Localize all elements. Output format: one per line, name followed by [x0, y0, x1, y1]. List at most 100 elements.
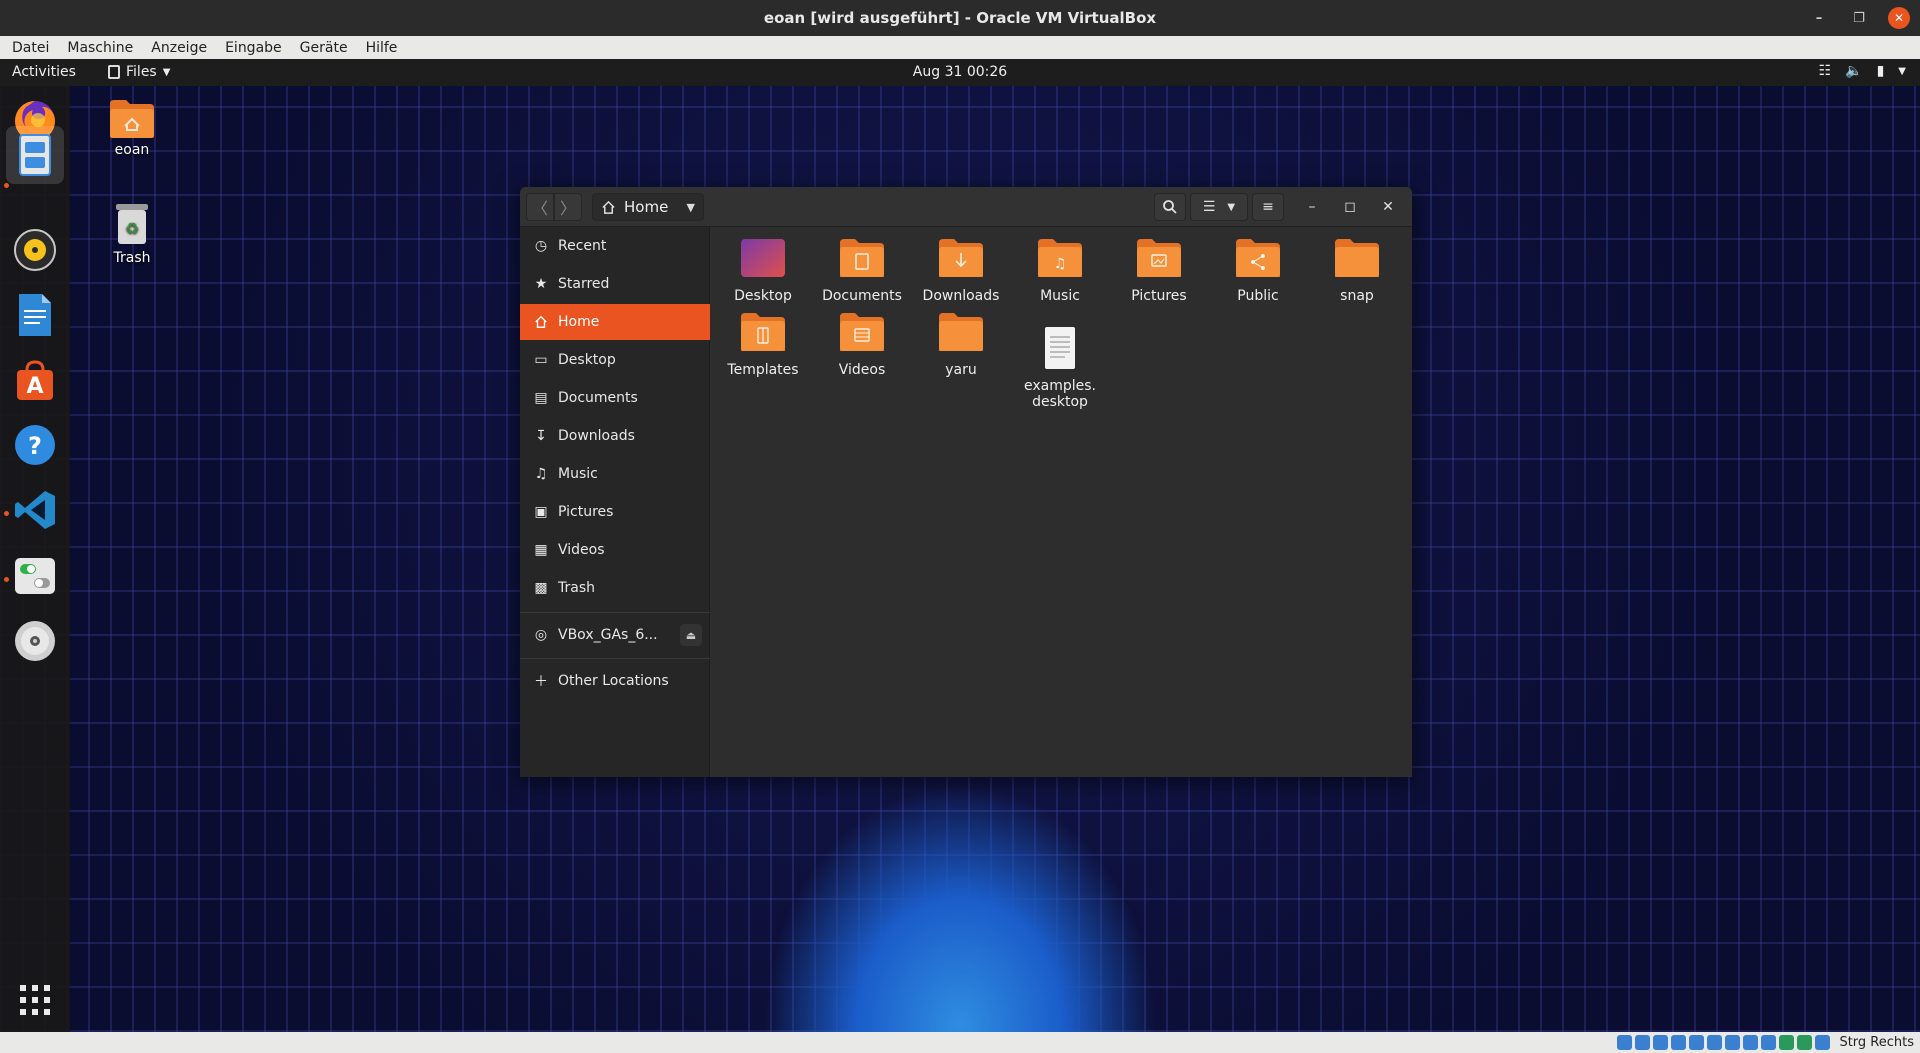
- gnome-top-bar: Activities Files ▼ Aug 31 00:26 ☷ 🔈 ▮ ▼: [0, 59, 1920, 86]
- dock-item-writer[interactable]: [11, 291, 59, 339]
- window-maximize-button[interactable]: ◻: [1338, 195, 1362, 219]
- clock[interactable]: Aug 31 00:26: [913, 64, 1007, 80]
- battery-icon: ▮: [1876, 63, 1885, 79]
- keyboard-icon[interactable]: [1815, 1035, 1831, 1050]
- svg-text:♫: ♫: [1054, 256, 1067, 272]
- dock-item-disc[interactable]: [11, 617, 59, 665]
- desktop-icon-trash[interactable]: ♻ Trash: [89, 200, 175, 266]
- dock-item-vscode[interactable]: [11, 486, 59, 534]
- dock-item-settings[interactable]: [11, 552, 59, 600]
- text-file-icon: [1045, 327, 1075, 369]
- file-item-videos[interactable]: Videos: [815, 311, 909, 378]
- search-icon: [1163, 200, 1177, 214]
- usb-icon[interactable]: [1689, 1035, 1705, 1050]
- svg-text:A: A: [26, 374, 43, 399]
- eject-icon[interactable]: ⏏: [680, 624, 702, 646]
- minimize-icon[interactable]: –: [1808, 7, 1830, 29]
- search-button[interactable]: [1154, 193, 1186, 221]
- file-item-examples-desktop[interactable]: examples. desktop: [1013, 311, 1107, 426]
- back-button[interactable]: 〈: [526, 193, 554, 221]
- home-folder-icon: [110, 100, 154, 138]
- menu-button[interactable]: ≡: [1252, 193, 1284, 221]
- menu-maschine[interactable]: Maschine: [65, 40, 135, 56]
- file-item-pictures[interactable]: Pictures: [1112, 237, 1206, 304]
- activities-button[interactable]: Activities: [12, 64, 76, 80]
- host-titlebar[interactable]: eoan [wird ausgeführt] - Oracle VM Virtu…: [0, 0, 1920, 36]
- host-statusbar: Strg Rechts: [0, 1032, 1920, 1053]
- forward-button[interactable]: 〉: [554, 193, 582, 221]
- sidebar-item-pictures[interactable]: ▣ Pictures: [520, 494, 710, 530]
- sidebar-item-other-locations[interactable]: ＋ Other Locations: [520, 663, 710, 699]
- document-icon: ▤: [534, 390, 548, 406]
- mouse-integration-icon[interactable]: [1797, 1035, 1813, 1050]
- file-item-templates[interactable]: Templates: [716, 311, 810, 378]
- templates-folder-icon: [741, 313, 785, 351]
- dock-item-help[interactable]: ?: [11, 421, 59, 469]
- file-manager-headerbar[interactable]: 〈 〉 Home ▼ ☰ ▼ ≡ – ◻ ✕: [520, 187, 1412, 227]
- network-icon[interactable]: [1671, 1035, 1687, 1050]
- sidebar-item-recent[interactable]: ◷ Recent: [520, 228, 710, 264]
- cpu-icon[interactable]: [1761, 1035, 1777, 1050]
- view-mode-button[interactable]: ☰ ▼: [1190, 193, 1248, 221]
- disc-icon: [15, 621, 55, 661]
- restore-icon[interactable]: ❐: [1848, 7, 1870, 29]
- menu-geraete[interactable]: Geräte: [298, 40, 350, 56]
- sidebar-item-documents[interactable]: ▤ Documents: [520, 380, 710, 416]
- dock-item-show-apps[interactable]: [11, 976, 59, 1024]
- running-indicator: [4, 183, 9, 188]
- dock-item-rhythmbox[interactable]: [11, 226, 59, 274]
- vt-x-icon[interactable]: [1779, 1035, 1795, 1050]
- dock-item-software[interactable]: A: [11, 356, 59, 404]
- file-item-downloads[interactable]: Downloads: [914, 237, 1008, 304]
- sidebar-item-desktop[interactable]: ▭ Desktop: [520, 342, 710, 378]
- display-icon[interactable]: [1725, 1035, 1741, 1050]
- host-key-label: Strg Rechts: [1839, 1035, 1914, 1050]
- download-icon: ↧: [535, 428, 547, 444]
- desktop-icon: ▭: [534, 352, 548, 368]
- system-tray[interactable]: ☷ 🔈 ▮ ▼: [1819, 63, 1906, 79]
- sidebar-item-label: Recent: [558, 238, 607, 254]
- sidebar-item-label: Trash: [558, 580, 595, 596]
- file-item-desktop[interactable]: Desktop: [716, 237, 810, 304]
- sidebar-item-downloads[interactable]: ↧ Downloads: [520, 418, 710, 454]
- hard-disk-icon[interactable]: [1617, 1035, 1633, 1050]
- recording-icon[interactable]: [1743, 1035, 1759, 1050]
- close-icon[interactable]: ✕: [1888, 7, 1910, 29]
- optical-drive-icon[interactable]: [1635, 1035, 1651, 1050]
- sidebar-item-videos[interactable]: ▦ Videos: [520, 532, 710, 568]
- sidebar-item-home[interactable]: Home: [520, 304, 710, 340]
- file-item-public[interactable]: Public: [1211, 237, 1305, 304]
- menu-anzeige[interactable]: Anzeige: [149, 40, 209, 56]
- libreoffice-writer-icon: [19, 294, 51, 336]
- file-item-music[interactable]: ♫ Music: [1013, 237, 1107, 304]
- window-minimize-button[interactable]: –: [1300, 195, 1324, 219]
- sidebar-item-trash[interactable]: ▩ Trash: [520, 570, 710, 606]
- sidebar-item-music[interactable]: ♫ Music: [520, 456, 710, 492]
- dock-item-files[interactable]: [6, 126, 64, 184]
- picture-icon: ▣: [534, 504, 548, 520]
- file-item-yaru[interactable]: yaru: [914, 311, 1008, 378]
- menu-datei[interactable]: Datei: [10, 40, 51, 56]
- videos-folder-icon: [840, 313, 884, 351]
- screen: eoan [wird ausgeführt] - Oracle VM Virtu…: [0, 0, 1920, 1053]
- pictures-folder-icon: [1137, 239, 1181, 277]
- documents-folder-icon: [840, 239, 884, 277]
- sidebar-item-label: Pictures: [558, 504, 614, 520]
- sidebar-item-label: Downloads: [558, 428, 635, 444]
- menu-hilfe[interactable]: Hilfe: [364, 40, 400, 56]
- file-item-snap[interactable]: snap: [1310, 237, 1404, 304]
- path-bar-home[interactable]: Home ▼: [592, 193, 704, 221]
- app-menu-files[interactable]: Files ▼: [108, 64, 170, 80]
- window-close-button[interactable]: ✕: [1376, 195, 1400, 219]
- svg-text:♻: ♻: [125, 219, 139, 238]
- desktop-icon-home[interactable]: eoan: [89, 96, 175, 158]
- running-indicator: [4, 511, 9, 516]
- file-item-documents[interactable]: Documents: [815, 237, 909, 304]
- file-name: Public: [1237, 288, 1279, 304]
- plus-icon: ＋: [534, 674, 548, 690]
- audio-icon[interactable]: [1653, 1035, 1669, 1050]
- sidebar-item-vbox-disc[interactable]: ◎ VBox_GAs_6... ⏏: [520, 617, 710, 653]
- sidebar-item-starred[interactable]: ★ Starred: [520, 266, 710, 302]
- shared-folders-icon[interactable]: [1707, 1035, 1723, 1050]
- menu-eingabe[interactable]: Eingabe: [223, 40, 284, 56]
